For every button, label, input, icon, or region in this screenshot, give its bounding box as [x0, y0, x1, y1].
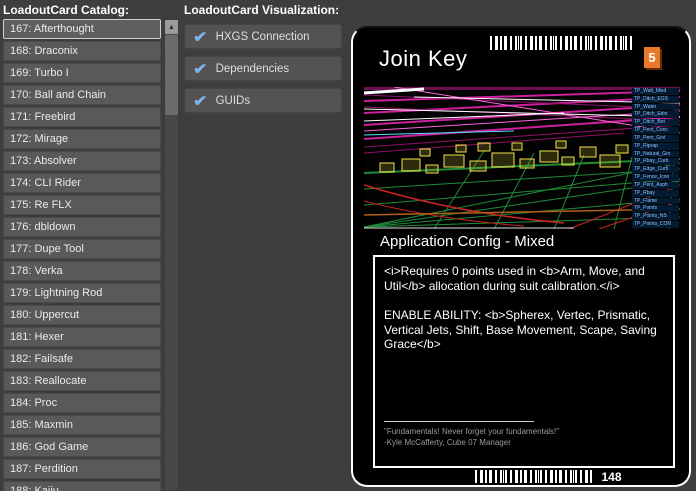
- card-bottom-barcode: [475, 470, 593, 483]
- catalog-item[interactable]: 174: CLI Rider: [3, 173, 161, 193]
- card-section-title: Application Config - Mixed: [380, 233, 554, 250]
- art-layer-label: TP_Ditch_Edin: [632, 111, 679, 118]
- art-layer-label: TP_Points: [632, 205, 679, 212]
- art-layer-label: TP_Walt_Mixd: [632, 88, 679, 95]
- card-top-barcode: [490, 36, 634, 50]
- catalog-item[interactable]: 183: Reallocate: [3, 371, 161, 391]
- catalog-title: LoadoutCard Catalog:: [3, 3, 179, 17]
- catalog-item[interactable]: 179: Lightning Rod: [3, 283, 161, 303]
- card-title: Join Key: [379, 46, 467, 72]
- catalog-item[interactable]: 177: Dupe Tool: [3, 239, 161, 259]
- checkmark-icon: ✔: [193, 92, 207, 110]
- art-layer-label: TP_Pent_Grvl: [632, 135, 679, 142]
- catalog-item[interactable]: 168: Draconix: [3, 41, 161, 61]
- art-layer-label: TP_Water: [632, 104, 679, 111]
- card-footer: 148: [353, 469, 689, 484]
- checkmark-icon: ✔: [193, 60, 207, 78]
- catalog-item[interactable]: 171: Freebird: [3, 107, 161, 127]
- catalog-item[interactable]: 186: God Game: [3, 437, 161, 457]
- visualization-panel: LoadoutCard Visualization: ✔ HXGS Connec…: [184, 3, 348, 113]
- card-number: 148: [601, 470, 621, 484]
- art-layer-label: TP_Ditch_EOS: [632, 96, 679, 103]
- card-quote: "Fundamentals! Never forget your fundame…: [384, 426, 664, 437]
- art-layer-list: TP_Walt_Mixd TP_Ditch_EOS TP_Water TP_Di…: [632, 88, 679, 228]
- catalog-item[interactable]: 175: Re FLX: [3, 195, 161, 215]
- catalog-item[interactable]: 169: Turbo I: [3, 63, 161, 83]
- checkmark-icon: ✔: [193, 28, 207, 46]
- card-quote-block: "Fundamentals! Never forget your fundame…: [384, 421, 664, 448]
- catalog-item[interactable]: 176: dbldown: [3, 217, 161, 237]
- art-layer-label: TP_Natural_Gro: [632, 151, 679, 158]
- art-layer-label: TP_Flame: [632, 198, 679, 205]
- art-layer-label: TP_Points_NS: [632, 213, 679, 220]
- toggle-label: GUIDs: [216, 95, 251, 107]
- toggle-hxgs-connection[interactable]: ✔ HXGS Connection: [184, 24, 342, 49]
- visualization-title: LoadoutCard Visualization:: [184, 3, 348, 17]
- catalog-item[interactable]: 173: Absolver: [3, 151, 161, 171]
- card-description-box: <i>Requires 0 points used in <b>Arm, Mov…: [373, 255, 675, 468]
- art-layer-label: TP_Ditch_Bot: [632, 119, 679, 126]
- toggle-label: HXGS Connection: [216, 31, 310, 43]
- card-cost-badge: 5: [644, 47, 660, 68]
- card-quote-attribution: -Kyle McCafferty, Cube 07 Manager: [384, 437, 664, 448]
- card-art: TP_Walt_Mixd TP_Ditch_EOS TP_Water TP_Di…: [364, 87, 680, 229]
- catalog-item[interactable]: 184: Proc: [3, 393, 161, 413]
- scroll-up-button[interactable]: ▲: [165, 20, 178, 34]
- card-description: <i>Requires 0 points used in <b>Arm, Mov…: [384, 264, 664, 352]
- quote-divider: [384, 421, 534, 422]
- catalog-item[interactable]: 172: Mirage: [3, 129, 161, 149]
- catalog-item[interactable]: 180: Uppercut: [3, 305, 161, 325]
- catalog-item[interactable]: 188: Kaiju: [3, 481, 161, 491]
- toggle-label: Dependencies: [216, 63, 290, 75]
- scrollbar-thumb[interactable]: [165, 35, 178, 115]
- catalog-panel: LoadoutCard Catalog: 167: Afterthought 1…: [3, 3, 179, 491]
- catalog-item[interactable]: 187: Perdition: [3, 459, 161, 479]
- art-layer-label: TP_Rbay_Curb: [632, 158, 679, 165]
- catalog-scrollbar[interactable]: ▲: [164, 19, 179, 491]
- catalog-item[interactable]: 185: Maxmin: [3, 415, 161, 435]
- scroll-up-icon: ▲: [168, 24, 175, 31]
- catalog-item[interactable]: 178: Verka: [3, 261, 161, 281]
- catalog-item[interactable]: 181: Hexer: [3, 327, 161, 347]
- catalog-list-items: 167: Afterthought 168: Draconix 169: Tur…: [3, 19, 161, 491]
- art-layer-label: TP_Pent_Asph: [632, 182, 679, 189]
- catalog-list: 167: Afterthought 168: Draconix 169: Tur…: [3, 19, 179, 491]
- catalog-item[interactable]: 182: Failsafe: [3, 349, 161, 369]
- art-layer-label: TP_Edge_Curb: [632, 166, 679, 173]
- loadout-card-preview: Join Key 5: [351, 26, 691, 487]
- catalog-item[interactable]: 170: Ball and Chain: [3, 85, 161, 105]
- toggle-dependencies[interactable]: ✔ Dependencies: [184, 56, 342, 81]
- art-layer-label: TP_Points_CON: [632, 221, 679, 228]
- art-layer-label: TP_Pent_Conc: [632, 127, 679, 134]
- art-layer-label: TP_Riprap: [632, 143, 679, 150]
- art-layer-label: TP_Rbay: [632, 190, 679, 197]
- art-layer-label: TP_Fence_Icon: [632, 174, 679, 181]
- catalog-item[interactable]: 167: Afterthought: [3, 19, 161, 39]
- toggle-guids[interactable]: ✔ GUIDs: [184, 88, 342, 113]
